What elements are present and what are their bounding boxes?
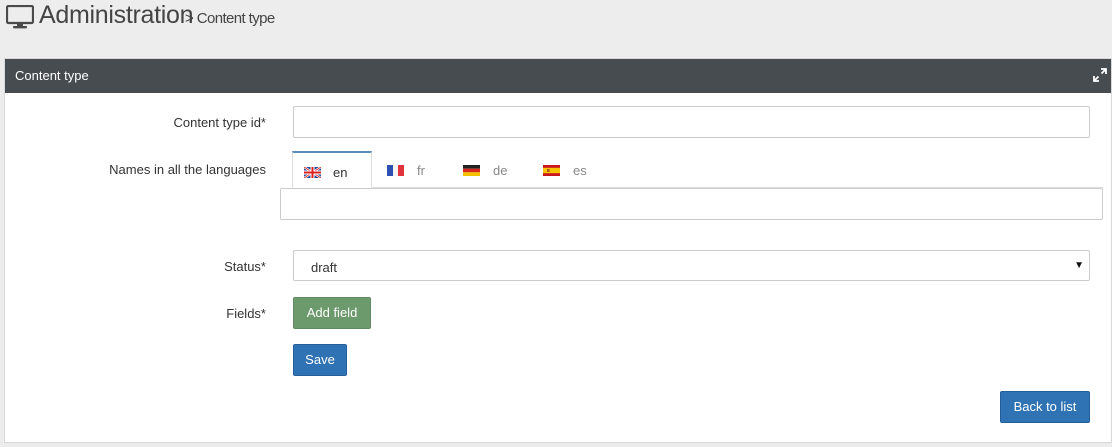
tab-es[interactable]: es	[529, 151, 609, 188]
page-header: Administration > Content type	[0, 0, 1112, 58]
content-type-id-label: Content type id*	[173, 115, 266, 130]
content-type-panel: Content type Content type id* Names in a…	[4, 58, 1112, 443]
tab-de[interactable]: de	[449, 151, 529, 188]
language-tabs: en fr de es	[292, 151, 1103, 188]
expand-icon[interactable]	[1093, 68, 1107, 82]
back-to-list-button[interactable]: Back to list	[1000, 391, 1090, 423]
tab-label-en: en	[333, 165, 348, 180]
add-field-button[interactable]: Add field	[293, 297, 371, 329]
content-type-id-input[interactable]	[293, 106, 1090, 138]
monitor-icon	[6, 5, 34, 29]
tab-label-fr: fr	[417, 163, 425, 178]
panel-heading: Content type	[5, 59, 1111, 93]
page-title: Administration	[39, 1, 194, 29]
tab-fr[interactable]: fr	[373, 151, 449, 188]
save-button[interactable]: Save	[293, 344, 347, 376]
germany-flag-icon	[463, 165, 480, 176]
fields-label: Fields*	[226, 306, 266, 321]
tab-label-de: de	[493, 163, 508, 178]
caret-down-icon: ▼	[1074, 260, 1084, 271]
tab-label-es: es	[573, 163, 587, 178]
names-label: Names in all the languages	[109, 162, 266, 177]
spain-flag-icon	[543, 165, 560, 176]
status-label: Status*	[224, 259, 266, 274]
status-select-value: draft	[311, 260, 338, 275]
france-flag-icon	[387, 165, 404, 176]
breadcrumb: > Content type	[185, 10, 275, 27]
status-select[interactable]: draft ▼	[293, 250, 1090, 281]
uk-flag-icon	[304, 167, 321, 178]
panel-title: Content type	[15, 68, 89, 83]
tab-en[interactable]: en	[292, 151, 372, 188]
names-input[interactable]	[280, 188, 1103, 220]
